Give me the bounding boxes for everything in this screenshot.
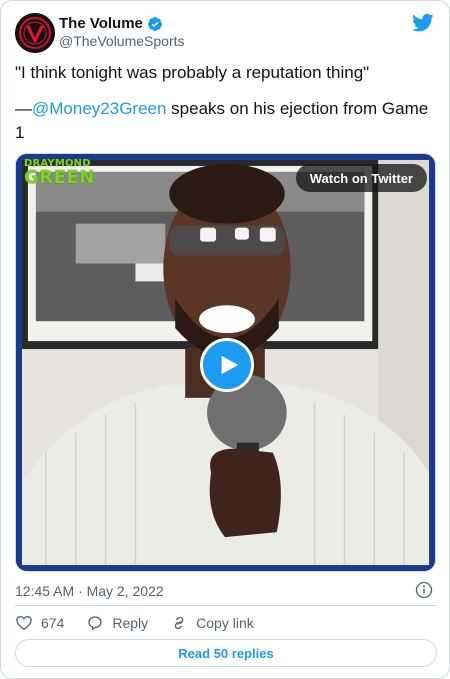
mention-link[interactable]: @Money23Green [32, 99, 166, 118]
heart-icon [16, 615, 32, 631]
volume-logo-icon [15, 13, 55, 53]
divider [15, 605, 437, 606]
read-replies-button[interactable]: Read 50 replies [15, 639, 437, 667]
video-player[interactable]: DRAYMOND GREEN Watch on Twitter [15, 153, 436, 572]
copy-link-label: Copy link [196, 615, 254, 631]
info-icon[interactable] [415, 581, 433, 599]
author-name[interactable]: The Volume [59, 15, 143, 32]
copy-link-button[interactable]: Copy link [170, 614, 254, 632]
play-button[interactable] [200, 338, 254, 392]
verified-badge-icon [147, 16, 162, 31]
link-icon [174, 616, 184, 630]
author-avatar[interactable] [15, 13, 55, 53]
author-handle[interactable]: @TheVolumeSports [59, 33, 185, 49]
twitter-bird-icon[interactable] [412, 13, 434, 33]
tweet-quote: "I think tonight was probably a reputati… [15, 63, 370, 82]
reply-button[interactable]: Reply [86, 614, 148, 632]
like-count: 674 [41, 615, 65, 631]
tweet-text: "I think tonight was probably a reputati… [15, 61, 439, 157]
tweet-timestamp[interactable]: 12:45 AM · May 2, 2022 [15, 583, 164, 599]
tweet-card: The Volume @TheVolumeSports "I think ton… [0, 0, 450, 679]
watch-on-twitter-button[interactable]: Watch on Twitter [295, 164, 427, 192]
play-icon [221, 355, 239, 375]
reply-label: Reply [112, 615, 149, 631]
tweet-actions: 674 Reply Copy link [15, 613, 276, 633]
draymond-green-logo: DRAYMOND GREEN [24, 158, 95, 188]
tweet-caption: —@Money23Green speaks on his ejection fr… [15, 99, 429, 142]
like-button[interactable]: 674 [15, 614, 64, 632]
reply-icon [88, 616, 103, 631]
